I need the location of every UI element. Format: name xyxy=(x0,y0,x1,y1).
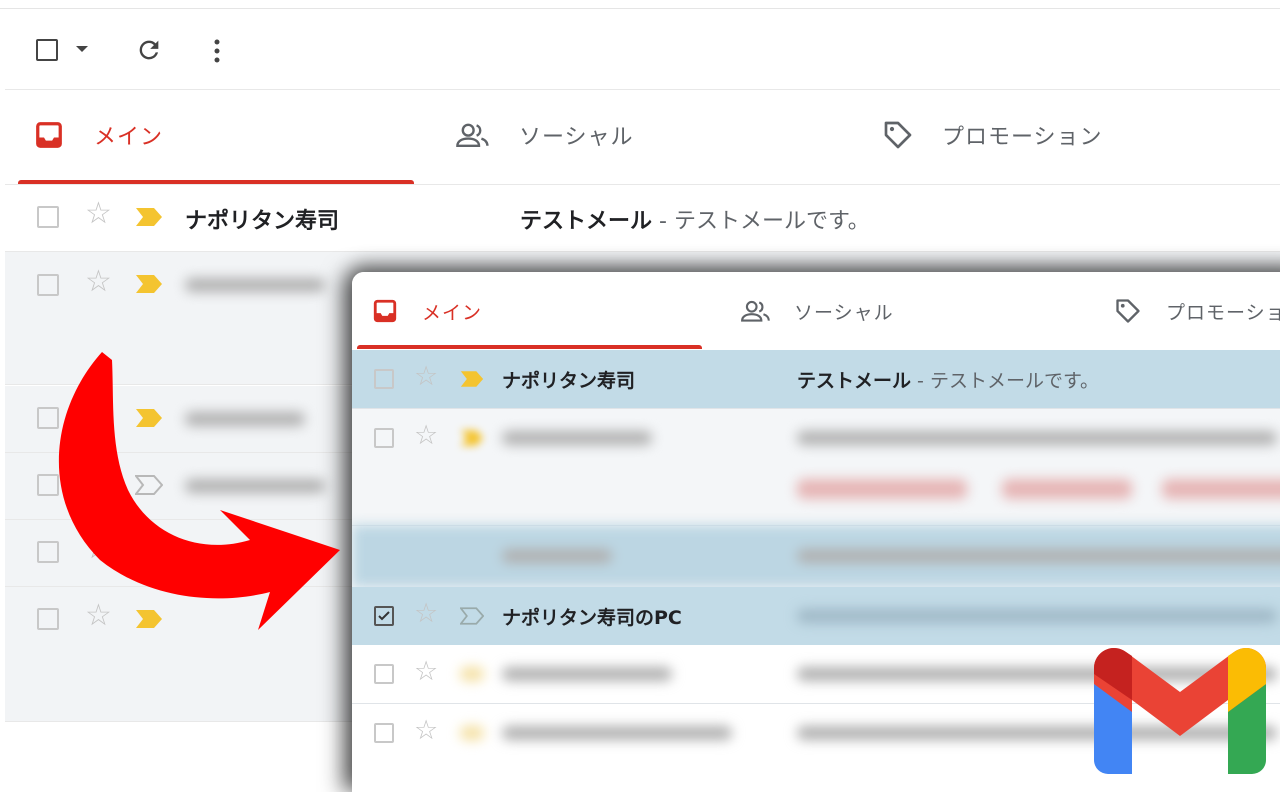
row-checkbox[interactable] xyxy=(374,664,394,684)
tag-icon xyxy=(1116,299,1140,323)
important-marker-icon[interactable] xyxy=(460,429,484,447)
star-icon[interactable]: ☆ xyxy=(414,658,438,685)
row-sender: ナポリタン寿司のPC xyxy=(502,607,682,629)
blurred-marker xyxy=(460,726,484,740)
refresh-icon[interactable] xyxy=(135,36,163,64)
card-tab-main-label: メイン xyxy=(422,301,483,324)
blurred-text xyxy=(502,667,672,681)
toolbar-divider xyxy=(5,89,1280,90)
row-checkbox[interactable] xyxy=(37,274,59,296)
blurred-text xyxy=(185,278,325,292)
caret-down-icon[interactable] xyxy=(76,46,88,52)
important-marker-outline-icon[interactable] xyxy=(460,607,484,625)
category-tabs: メイン ソーシャル プロモーション xyxy=(0,100,1280,185)
inbox-icon xyxy=(373,299,397,323)
star-icon[interactable]: ☆ xyxy=(414,600,438,627)
star-icon[interactable]: ☆ xyxy=(85,267,112,297)
blurred-text xyxy=(502,431,652,445)
row-subject-title: テストメール xyxy=(520,209,653,234)
tab-social-label: ソーシャル xyxy=(519,125,634,150)
select-all-checkbox[interactable] xyxy=(36,39,58,61)
card-email-row[interactable]: ☆ xyxy=(352,409,1280,526)
people-icon xyxy=(456,123,489,147)
card-tab-main[interactable]: メイン xyxy=(372,276,482,346)
checkmark-icon xyxy=(378,611,390,621)
blurred-attachment xyxy=(1162,479,1280,499)
blurred-text xyxy=(502,549,612,563)
row-checkbox[interactable] xyxy=(37,206,59,228)
tab-promotions-label: プロモーション xyxy=(942,125,1103,150)
blurred-text xyxy=(502,726,732,740)
top-divider xyxy=(0,8,1280,9)
tab-main[interactable]: メイン xyxy=(34,100,163,170)
blurred-text xyxy=(797,609,1277,623)
star-icon[interactable]: ☆ xyxy=(414,363,438,390)
tab-promotions[interactable]: プロモーション xyxy=(882,100,1103,170)
blurred-text xyxy=(797,549,1280,563)
row-checkbox[interactable] xyxy=(374,723,394,743)
row-subject: テストメール - テストメールです。 xyxy=(797,366,1099,393)
card-email-row[interactable] xyxy=(352,525,1280,588)
row-sender: ナポリタン寿司 xyxy=(185,209,340,234)
blurred-marker xyxy=(460,667,484,681)
tag-icon xyxy=(884,121,912,149)
curved-arrow-icon xyxy=(58,352,340,630)
important-marker-icon[interactable] xyxy=(460,370,484,388)
toolbar xyxy=(0,20,1280,80)
card-category-tabs: メイン ソーシャル プロモーショ xyxy=(352,272,1280,350)
star-icon[interactable]: ☆ xyxy=(414,422,438,449)
row-sender: ナポリタン寿司 xyxy=(502,370,636,392)
people-icon xyxy=(741,300,770,322)
card-email-row-checked[interactable]: ☆ ナポリタン寿司のPC xyxy=(352,587,1280,646)
email-row[interactable]: ☆ ナポリタン寿司 テストメール - テストメールです。 xyxy=(5,185,1280,252)
important-marker-icon[interactable] xyxy=(135,274,163,294)
tab-social[interactable]: ソーシャル xyxy=(455,100,634,170)
row-snippet: - テストメールです。 xyxy=(911,370,1100,392)
row-snippet: - テストメールです。 xyxy=(652,209,870,234)
row-checkbox[interactable] xyxy=(374,369,394,389)
card-tab-social[interactable]: ソーシャル xyxy=(740,276,894,346)
blurred-attachment xyxy=(1002,479,1132,499)
card-tab-promotions-label: プロモーショ xyxy=(1166,301,1280,324)
star-icon[interactable]: ☆ xyxy=(85,199,112,229)
inbox-icon xyxy=(36,122,62,148)
row-checkbox-checked[interactable] xyxy=(374,606,394,626)
card-tab-promotions[interactable]: プロモーショ xyxy=(1114,276,1280,346)
card-tab-main-underline xyxy=(357,345,702,349)
star-icon[interactable]: ☆ xyxy=(414,717,438,744)
row-subject: テストメール - テストメールです。 xyxy=(520,203,870,235)
important-marker-icon[interactable] xyxy=(135,207,163,227)
row-checkbox[interactable] xyxy=(374,428,394,448)
card-tab-social-label: ソーシャル xyxy=(794,301,894,324)
blurred-attachment xyxy=(797,479,967,499)
gmail-logo xyxy=(1094,648,1266,774)
row-subject-title: テストメール xyxy=(797,370,912,392)
card-email-row[interactable]: ☆ ナポリタン寿司 テストメール - テストメールです。 xyxy=(352,350,1280,409)
blurred-text xyxy=(797,431,1277,445)
more-vert-icon[interactable] xyxy=(205,38,229,64)
tab-main-label: メイン xyxy=(94,125,164,150)
